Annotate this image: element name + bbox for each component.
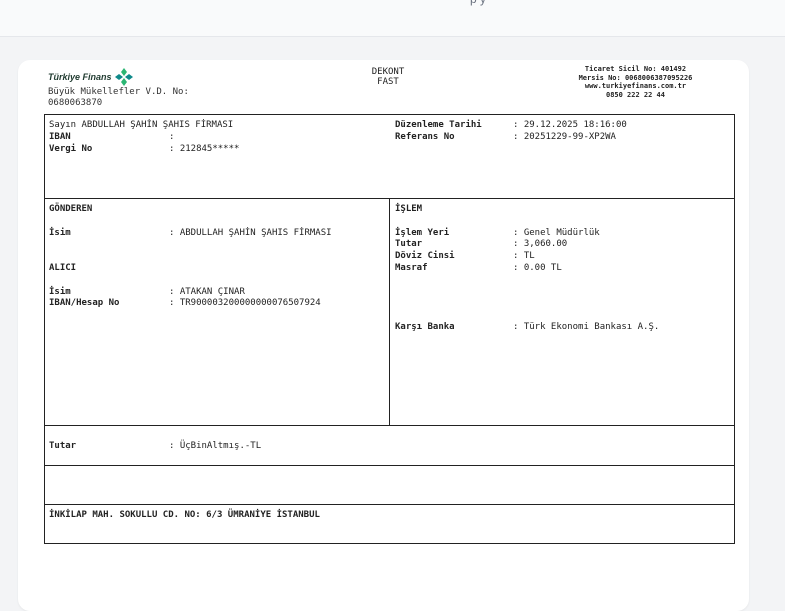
transaction-fee-label: Masraf — [395, 263, 428, 273]
phone-text: 0850 222 22 44 — [605, 90, 665, 99]
receipt-card: Türkiye Finans Büyük Mükellefler V.D. No… — [18, 60, 749, 611]
customer-iban-label: IBAN — [49, 132, 71, 142]
sender-name-value: : ABDULLAH ŞAHİN ŞAHIS FİRMASI — [169, 228, 332, 238]
tax-office-number: 0680063870 — [48, 98, 103, 108]
issue-date-label: Düzenleme Tarihi — [395, 120, 482, 130]
customer-tax-value: : 212845***** — [169, 144, 240, 154]
bank-logo-name: Türkiye Finans — [48, 72, 112, 82]
issue-date-value: : 29.12.2025 18:16:00 — [513, 120, 627, 130]
transaction-amount-label: Tutar — [395, 239, 423, 249]
transaction-amount-value: : 3,060.00 — [513, 239, 568, 249]
counter-bank-value: : Türk Ekonomi Bankası A.Ş. — [513, 322, 660, 332]
total-value: : ÜçBinAltmış.-TL — [169, 441, 262, 451]
tax-office-info: Büyük Mükellefler V.D. No: 0680063870 — [48, 87, 189, 109]
parties-box: GÖNDEREN İsim : ABDULLAH ŞAHİN ŞAHIS FİR… — [44, 198, 390, 426]
counter-bank-label: Karşı Banka — [395, 322, 455, 332]
transaction-currency-label: Döviz Cinsi — [395, 251, 455, 261]
transaction-fee-value: : 0.00 TL — [513, 263, 562, 273]
branch-address: İNKİLAP MAH. SOKULLU CD. NO: 6/3 ÜMRANİY… — [49, 510, 320, 520]
transaction-place-label: İşlem Yeri — [395, 228, 450, 238]
bank-logo-icon — [114, 68, 133, 86]
top-bar-partial-text: p y — [470, 0, 486, 6]
sender-name-label: İsim — [49, 228, 71, 238]
reference-value: : 20251229-99-XP2WA — [513, 132, 616, 142]
receiver-name-label: İsim — [49, 287, 71, 297]
document-title-text: DEKONT — [371, 67, 405, 77]
document-subtitle-text: FAST — [377, 77, 399, 87]
total-label: Tutar — [49, 441, 77, 451]
receiver-name-value: : ATAKAN ÇINAR — [169, 287, 245, 297]
company-registry-info: Ticaret Sicil No: 401492 Mersis No: 0068… — [538, 65, 733, 99]
customer-tax-label: Vergi No — [49, 144, 93, 154]
receiver-iban-label: IBAN/Hesap No — [49, 298, 120, 308]
receiver-section-title: ALICI — [49, 263, 77, 273]
address-box: İNKİLAP MAH. SOKULLU CD. NO: 6/3 ÜMRANİY… — [44, 504, 735, 544]
sender-section-title: GÖNDEREN — [49, 204, 93, 214]
website-text: www.turkiyefinans.com.tr — [584, 82, 687, 90]
top-bar: p y — [0, 0, 785, 37]
transaction-currency-value: : TL — [513, 251, 535, 261]
total-box: Tutar : ÜçBinAltmış.-TL — [44, 425, 735, 466]
transaction-place-value: : Genel Müdürlük — [513, 228, 600, 238]
registry-number: Ticaret Sicil No: 401492 — [584, 65, 687, 73]
bank-logo: Türkiye Finans — [48, 68, 133, 86]
customer-info-box: Sayın ABDULLAH ŞAHİN ŞAHIS FİRMASI IBAN … — [44, 114, 735, 199]
reference-label: Referans No — [395, 132, 455, 142]
document-title: DEKONT FAST — [356, 67, 420, 87]
customer-greeting: Sayın ABDULLAH ŞAHİN ŞAHIS FİRMASI — [49, 120, 234, 130]
customer-iban-value: : — [169, 132, 175, 142]
tax-office-label: Büyük Mükellefler V.D. No: — [48, 87, 189, 97]
blank-box — [44, 465, 735, 505]
receiver-iban-value: : TR900003200000000076507924 — [169, 298, 321, 308]
mersis-number: Mersis No: 0068006387095226 — [578, 73, 693, 82]
transaction-section-title: İŞLEM — [395, 204, 423, 214]
transaction-box: İŞLEM İşlem Yeri : Genel Müdürlük Tutar … — [389, 198, 735, 426]
